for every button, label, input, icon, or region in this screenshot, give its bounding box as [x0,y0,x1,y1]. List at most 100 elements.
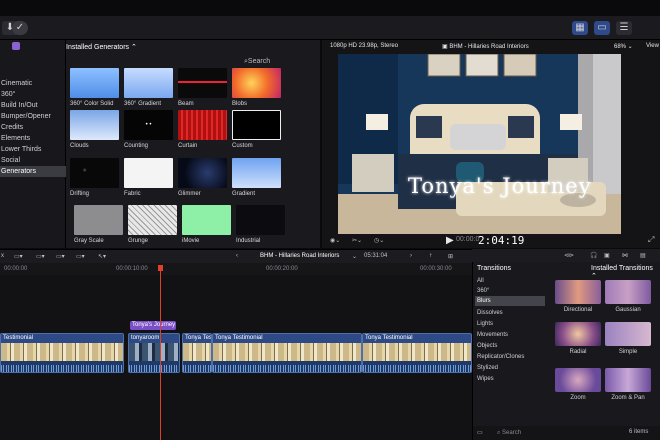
append-icon[interactable]: ▭▾ [14,253,23,260]
generator-tile[interactable]: Industrial [236,205,288,245]
sidebar-toggle-icon[interactable]: ▭ [477,429,483,436]
transition-tile[interactable]: Gaussian [605,280,651,313]
generator-browser: Installed Generators ⌃ ⌕Search 360° Colo… [66,40,320,248]
generator-tile[interactable]: Gray Scale [74,205,126,245]
transitions-search[interactable]: ⌕ Search [497,430,521,437]
generator-tile[interactable]: Custom [232,110,284,150]
back-icon[interactable]: ‹ [236,253,238,259]
generator-tile[interactable]: 360° Gradient [124,68,176,108]
browser-search[interactable]: ⌕Search [244,58,270,66]
sidebar-item-social[interactable]: Social [0,155,66,166]
timeline-clip[interactable]: Tonya Testimonial [362,333,472,373]
generator-label: Blobs [232,101,248,107]
sidebar-item-credits[interactable]: Credits [0,122,66,133]
installed-transitions-menu[interactable]: Installed Transitions ⌃ [591,265,660,280]
play-button[interactable]: ▶ [446,235,454,246]
transition-thumbnail [605,280,651,304]
generator-tile[interactable]: • • Counting [124,110,176,150]
sidebar-item-generators[interactable]: Generators [0,166,66,177]
generator-tile[interactable]: Glimmer [178,158,230,198]
timecode-display[interactable]: 2:04:19 [478,234,524,247]
ruler-tick: 00:00:30:00 [420,266,452,272]
clip-name: Tonya Tes [183,334,212,343]
insert-icon[interactable]: ▭▾ [36,253,45,260]
sidebar-item-bumper-opener[interactable]: Bumper/Opener [0,111,66,122]
viewer-project-name[interactable]: ▣ BHM - Hillaries Road Interiors [442,43,529,50]
generator-label: Beam [178,101,194,107]
transitions-category[interactable]: 360° [475,286,545,296]
generator-tile[interactable]: Grunge [128,205,180,245]
generator-tile[interactable]: Beam [178,68,230,108]
clip-tools-icon[interactable]: ▭▾ [76,253,85,260]
transitions-category[interactable]: Dissolves [475,308,545,318]
generator-tile[interactable]: Clouds [70,110,122,150]
timeline-project-name[interactable]: BHM - Hillaries Road Interiors [260,253,339,259]
chevron-down-icon[interactable]: ⌄ [352,253,357,260]
forward-icon[interactable]: › [410,253,412,259]
solo-icon[interactable]: ⊞ [448,253,453,260]
transitions-category[interactable]: Replicator/Clones [475,352,545,362]
generator-tile[interactable]: Fabric [124,158,176,198]
transitions-browser-icon[interactable]: ⋈ [622,252,628,259]
library-layout-icon[interactable]: ▦ [572,21,588,35]
timeline-clip[interactable]: Tonya Tes [182,333,212,373]
headphones-icon[interactable]: 🎧 [590,252,597,259]
index-icon[interactable]: x [1,253,4,259]
timeline-area[interactable]: Tonya's Journey Testimonial tonyaroom To… [0,275,472,440]
generator-tile[interactable]: iMovie [182,205,234,245]
transition-tile[interactable]: Zoom [555,368,601,401]
clip-name: Tonya Testimonial [213,334,361,343]
transitions-category[interactable]: Movements [475,330,545,340]
timeline-ruler[interactable]: 00:00:00 00:00:10:00 00:00:20:00 00:00:3… [0,263,472,275]
generator-tile[interactable]: Drifting [70,158,122,198]
title-overlay[interactable]: Tonya's Journey [408,174,592,198]
video-frame[interactable]: Tonya's Journey [338,54,621,234]
transition-tile[interactable]: Simple [605,322,651,355]
sidebar-item-build-in-out[interactable]: Build In/Out [0,100,66,111]
generator-tile[interactable]: Curtain [178,110,230,150]
audio-meter-icon[interactable]: ⊲⊳ [564,252,574,259]
transitions-category[interactable]: Stylized [475,363,545,373]
transitions-title: Transitions [477,265,511,272]
transitions-category[interactable]: Objects [475,341,545,351]
sidebar-item-cinematic[interactable]: Cinematic [0,78,66,89]
transitions-category[interactable]: Blurs [475,296,545,306]
timeline-layout-icon[interactable]: ▭ [594,21,610,35]
zoom-menu[interactable]: 68% ⌄ [614,43,633,50]
generator-tile[interactable]: 360° Color Solid [70,68,122,108]
generator-thumbnail [182,205,231,235]
sidebar-item-elements[interactable]: Elements [0,133,66,144]
generator-tile[interactable]: Gradient [232,158,284,198]
transition-tile[interactable]: Zoom & Pan [605,368,651,401]
view-menu[interactable]: View [646,43,659,49]
timeline-clip[interactable]: Testimonial [0,333,124,373]
generator-label: Custom [232,143,253,149]
viewer-options[interactable]: ◉⌄ [330,237,340,244]
timeline-clip[interactable]: Tonya Testimonial [212,333,362,373]
transitions-category[interactable]: Lights [475,319,545,329]
generator-label: Clouds [70,143,89,149]
retime-menu[interactable]: ◷⌄ [374,237,384,244]
inspector-toggle-icon[interactable]: ☰ [616,21,632,35]
timeline-clip[interactable]: tonyaroom [128,333,180,373]
fullscreen-icon[interactable]: ⤢ [648,235,654,245]
transition-tile[interactable]: Radial [555,322,601,355]
playhead[interactable] [160,270,161,440]
select-tool-icon[interactable]: ↖▾ [98,253,106,260]
generator-thumbnail [178,68,227,98]
generator-tile[interactable]: Blobs [232,68,284,108]
keyword-check-icon[interactable]: ✓ [12,21,28,35]
ruler-tick: 00:00:20:00 [266,266,298,272]
transitions-category[interactable]: Wipes [475,374,545,384]
transition-tile[interactable]: Directional [555,280,601,313]
title-clip[interactable]: Tonya's Journey [130,321,176,330]
audio-skim-icon[interactable]: ⟊ [430,253,432,260]
transitions-category[interactable]: All [475,276,545,286]
sidebar-item-360[interactable]: 360° [0,89,66,100]
effects-browser-icon[interactable]: ▣ [604,252,610,259]
video-icon[interactable]: ▤ [640,252,646,259]
transform-tools[interactable]: ✂⌄ [352,237,362,244]
sidebar-item-lower-thirds[interactable]: Lower Thirds [0,144,66,155]
overwrite-icon[interactable]: ▭▾ [56,253,65,260]
browser-title[interactable]: Installed Generators ⌃ [66,43,137,51]
